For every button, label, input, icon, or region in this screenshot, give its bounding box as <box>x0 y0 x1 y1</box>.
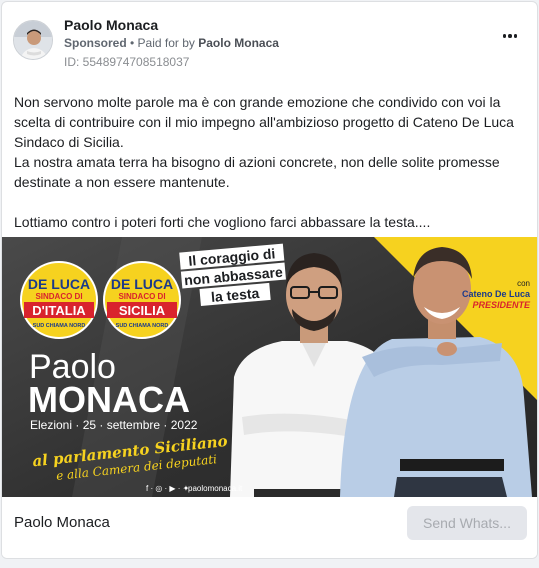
badge-deluca-italia: DE LUCA SINDACO DI D'ITALIA SUD CHIAMA N… <box>20 261 98 339</box>
badge-sicilia-line4: SUD CHIAMA NORD <box>116 323 169 329</box>
paid-for-prefix: Paid for by <box>137 36 199 50</box>
candidate-last-name: MONACA <box>28 379 190 420</box>
meta-separator: • <box>126 36 138 50</box>
body-paragraph-2: La nostra amata terra ha bisogno di azio… <box>14 154 500 190</box>
badge-sicilia-line1: DE LUCA <box>111 276 173 292</box>
with-name: Cateno De Luca <box>462 289 531 299</box>
social-icons: f · ◎ · ▶ · ✦ <box>146 484 190 493</box>
ad-body-text: Non servono molte parole ma è con grande… <box>14 92 524 232</box>
sponsored-label: Sponsored <box>64 36 127 50</box>
ad-creative-image[interactable]: DE LUCA SINDACO DI D'ITALIA SUD CHIAMA N… <box>2 237 537 497</box>
send-whatsapp-button[interactable]: Send Whats... <box>407 506 527 540</box>
avatar[interactable] <box>13 20 53 60</box>
website-url: paolomonaca.it <box>188 484 243 493</box>
body-paragraph-1: Non servono molte parole ma è con grande… <box>14 94 514 150</box>
badge-sicilia-line3: SICILIA <box>119 303 166 318</box>
ad-id: ID: 5548974708518037 <box>64 55 190 69</box>
more-horizontal-icon[interactable] <box>498 26 522 46</box>
avatar-image <box>14 21 52 59</box>
badge-deluca-sicilia: DE LUCA SINDACO DI SICILIA SUD CHIAMA NO… <box>103 261 181 339</box>
footer-title[interactable]: Paolo Monaca <box>14 514 110 531</box>
page-name[interactable]: Paolo Monaca <box>64 17 158 33</box>
ad-card: Paolo Monaca Sponsored • Paid for by Pao… <box>1 1 538 559</box>
badge-italia-line4: SUD CHIAMA NORD <box>33 323 86 329</box>
paid-for-name: Paolo Monaca <box>198 36 279 50</box>
election-date: Elezioni · 25 · settembre · 2022 <box>30 418 198 432</box>
badge-sicilia-line2: SINDACO DI <box>118 292 165 301</box>
ad-header: Paolo Monaca Sponsored • Paid for by Pao… <box>13 14 528 72</box>
badge-italia-line2: SINDACO DI <box>35 292 82 301</box>
sponsored-meta: Sponsored • Paid for by Paolo Monaca <box>64 36 279 50</box>
body-paragraph-3: Lottiamo contro i poteri forti che vogli… <box>14 214 431 230</box>
ad-footer: Paolo Monaca Send Whats... <box>2 497 537 558</box>
badge-italia-line3: D'ITALIA <box>32 303 86 318</box>
with-label: con <box>517 279 530 288</box>
with-role: PRESIDENTE <box>472 300 531 310</box>
badge-italia-line1: DE LUCA <box>28 276 90 292</box>
